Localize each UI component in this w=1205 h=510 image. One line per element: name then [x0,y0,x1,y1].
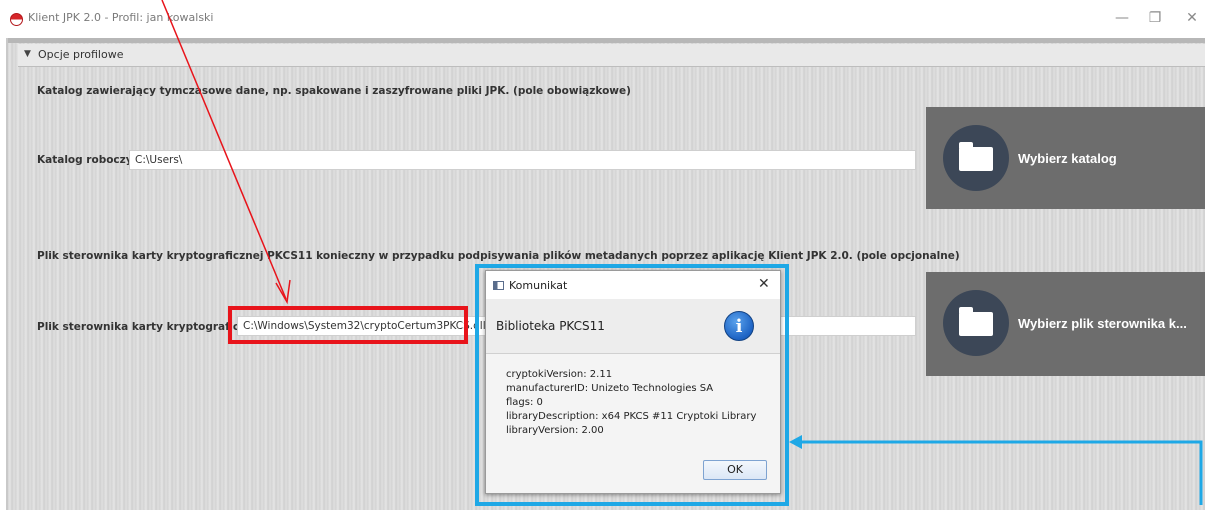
info-icon: i [724,311,754,341]
choose-directory-label: Wybierz katalog [1018,151,1117,166]
window-icon [493,281,504,290]
app-logo-icon [10,13,23,26]
window-title: Klient JPK 2.0 - Profil: jan kowalski [28,11,214,24]
temp-dir-description: Katalog zawierający tymczasowe dane, np.… [37,85,631,97]
minimize-button[interactable]: — [1111,8,1133,28]
dialog-line: manufacturerID: Unizeto Technologies SA [506,383,714,394]
dialog-title-bar: Komunikat ✕ [486,271,780,299]
annotation-red-box [228,306,468,344]
temp-dir-input[interactable]: C:\Users\ [129,150,916,170]
dialog-line: libraryDescription: x64 PKCS #11 Cryptok… [506,411,757,422]
ok-button[interactable]: OK [703,460,767,480]
dialog-close-button[interactable]: ✕ [758,276,770,292]
close-window-button[interactable]: ✕ [1181,8,1203,28]
choose-driver-file-label: Wybierz plik sterownika k... [1018,316,1187,331]
dialog-line: flags: 0 [506,397,543,408]
dialog-line: libraryVersion: 2.00 [506,425,604,436]
choose-driver-file-button[interactable]: Wybierz plik sterownika k... [926,272,1205,376]
folder-icon [959,142,993,171]
choose-directory-button[interactable]: Wybierz katalog [926,107,1205,209]
message-dialog: Komunikat ✕ Biblioteka PKCS11 i cryptoki… [485,270,781,494]
folder-icon [959,307,993,336]
dialog-title: Komunikat [509,279,568,292]
dialog-header-text: Biblioteka PKCS11 [496,319,605,333]
top-divider [8,38,1205,43]
maximize-button[interactable]: ❐ [1144,8,1166,28]
dialog-line: cryptokiVersion: 2.11 [506,369,613,380]
title-bar: Klient JPK 2.0 - Profil: jan kowalski — … [0,0,1205,38]
section-header-profile-options[interactable]: ▼ Opcje profilowe [18,44,1205,67]
button-circle [943,125,1009,191]
section-title: Opcje profilowe [38,48,124,61]
dialog-body: cryptokiVersion: 2.11 manufacturerID: Un… [486,354,780,493]
pkcs11-description: Plik sterownika karty kryptograficznej P… [37,250,960,262]
collapse-arrow-icon[interactable]: ▼ [24,49,31,59]
button-circle [943,290,1009,356]
dialog-header: Biblioteka PKCS11 i [486,299,780,354]
temp-dir-label: Katalog roboczy [37,154,133,166]
